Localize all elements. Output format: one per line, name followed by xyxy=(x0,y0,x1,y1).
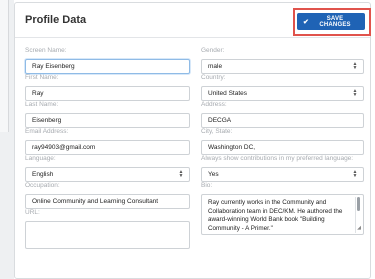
left-edge-panel xyxy=(0,0,14,279)
bio-textarea[interactable]: Ray currently works in the Community and… xyxy=(201,194,364,235)
preferred-language-field: Always show contributions in my preferre… xyxy=(201,154,364,182)
bio-text: Ray currently works in the Community and… xyxy=(208,199,343,232)
country-field: Country: United States ▲ ▼ xyxy=(201,73,364,101)
language-field: Language: English ▲ ▼ xyxy=(25,154,190,182)
preferred-language-value: Yes xyxy=(208,171,219,178)
address-input[interactable]: DECGA xyxy=(201,113,364,128)
occupation-label: Occupation: xyxy=(25,182,60,189)
profile-data-card: Profile Data ✔ SAVE CHANGES Screen Name:… xyxy=(14,2,371,279)
card-header: Profile Data ✔ SAVE CHANGES xyxy=(15,3,371,38)
bio-field: Bio: Ray currently works in the Communit… xyxy=(201,181,364,235)
first-name-field: First Name: Ray xyxy=(25,73,190,101)
occupation-field: Occupation: Online Community and Learnin… xyxy=(25,181,190,209)
country-select[interactable]: United States ▲ ▼ xyxy=(201,86,364,101)
gender-select[interactable]: male ▲ ▼ xyxy=(201,59,364,74)
email-label: Email Address: xyxy=(25,128,69,135)
save-changes-button[interactable]: ✔ SAVE CHANGES xyxy=(297,13,365,30)
preferred-language-label: Always show contributions in my preferre… xyxy=(201,155,354,162)
select-arrows-icon: ▲ ▼ xyxy=(352,169,358,179)
bio-label: Bio: xyxy=(201,182,213,189)
url-field: URL: xyxy=(25,208,190,249)
first-name-input[interactable]: Ray xyxy=(25,86,190,101)
check-icon: ✔ xyxy=(303,18,310,26)
language-select[interactable]: English ▲ ▼ xyxy=(25,167,190,182)
gender-value: male xyxy=(208,63,223,70)
resize-handle-icon[interactable]: ◢ xyxy=(357,224,361,233)
city-state-input[interactable]: Washington DC, xyxy=(201,140,364,155)
gender-label: Gender: xyxy=(201,47,225,54)
first-name-label: First Name: xyxy=(25,74,59,81)
language-value: English xyxy=(32,171,54,178)
select-arrows-icon: ▲ ▼ xyxy=(352,61,358,71)
card-title: Profile Data xyxy=(25,14,87,26)
url-input[interactable] xyxy=(25,221,190,249)
address-label: Address: xyxy=(201,101,227,108)
scrollbar-thumb[interactable] xyxy=(357,197,360,211)
collapsed-sidebar xyxy=(0,0,9,132)
select-arrows-icon: ▲ ▼ xyxy=(178,169,184,179)
preferred-language-select[interactable]: Yes ▲ ▼ xyxy=(201,167,364,182)
last-name-field: Last Name: Eisenberg xyxy=(25,100,190,128)
screen-name-label: Screen Name: xyxy=(25,47,67,54)
occupation-input[interactable]: Online Community and Learning Consultant xyxy=(25,194,190,209)
city-state-label: City, State: xyxy=(201,128,233,135)
url-label: URL: xyxy=(25,209,40,216)
last-name-input[interactable]: Eisenberg xyxy=(25,113,190,128)
select-arrows-icon: ▲ ▼ xyxy=(352,88,358,98)
address-field: Address: DECGA xyxy=(201,100,364,128)
email-field: Email Address: ray94903@gmail.com xyxy=(25,127,190,155)
city-state-field: City, State: Washington DC, xyxy=(201,127,364,155)
screen-name-field: Screen Name: Ray Eisenberg xyxy=(25,46,190,74)
country-value: United States xyxy=(208,90,248,97)
screen-name-input[interactable]: Ray Eisenberg xyxy=(25,59,190,74)
language-label: Language: xyxy=(25,155,56,162)
last-name-label: Last Name: xyxy=(25,101,59,108)
email-input[interactable]: ray94903@gmail.com xyxy=(25,140,190,155)
country-label: Country: xyxy=(201,74,226,81)
gender-field: Gender: male ▲ ▼ xyxy=(201,46,364,74)
save-changes-label: SAVE CHANGES xyxy=(319,15,351,28)
profile-page: Profile Data ✔ SAVE CHANGES Screen Name:… xyxy=(0,0,375,279)
